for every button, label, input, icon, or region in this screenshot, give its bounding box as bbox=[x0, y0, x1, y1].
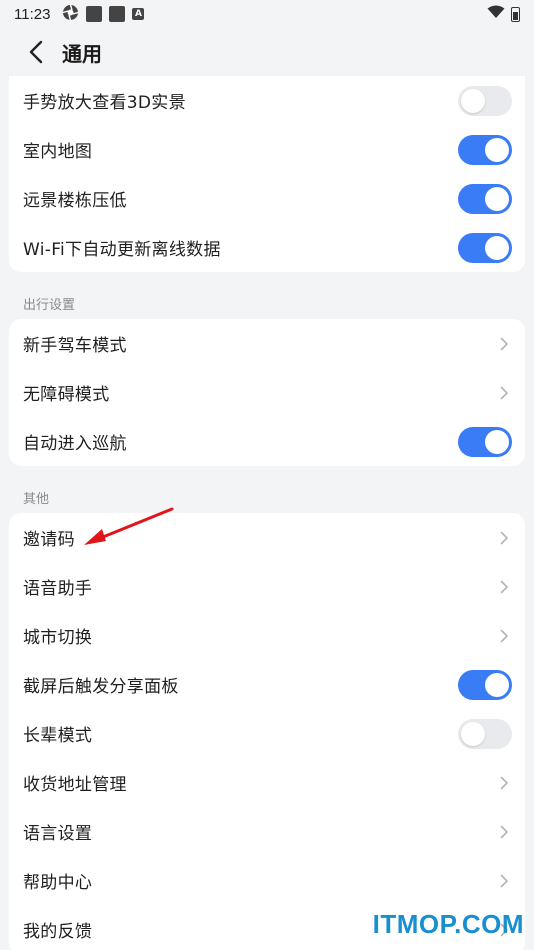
toggle-switch[interactable] bbox=[458, 134, 512, 165]
section-header: 出行设置 bbox=[23, 298, 76, 313]
settings-row-label: 我的反馈 bbox=[23, 922, 93, 942]
toggle-knob bbox=[485, 429, 509, 454]
settings-row[interactable]: 自动进入巡航 bbox=[9, 417, 525, 466]
toggle-switch[interactable] bbox=[458, 85, 512, 116]
toggle-knob bbox=[461, 88, 485, 113]
settings-row-label: 远景楼栋压低 bbox=[23, 191, 127, 211]
square-icon bbox=[86, 6, 103, 22]
chevron-right-icon bbox=[496, 873, 512, 889]
settings-card: 手势放大查看3D实景 室内地图远景楼栋压低 Wi-Fi下自动更新离线数据 bbox=[9, 76, 525, 272]
wifi-icon bbox=[487, 5, 505, 23]
chevron-left-icon bbox=[29, 40, 43, 64]
settings-row-label: Wi-Fi下自动更新离线数据 bbox=[23, 240, 221, 260]
chevron-right-icon bbox=[496, 824, 512, 840]
settings-row[interactable]: 长辈模式 bbox=[9, 709, 525, 758]
settings-row[interactable]: 帮助中心 bbox=[9, 856, 525, 905]
settings-row-label: 自动进入巡航 bbox=[23, 434, 127, 454]
toggle-knob bbox=[485, 672, 509, 697]
chevron-right-icon bbox=[496, 336, 512, 352]
settings-row[interactable]: 截屏后触发分享面板 bbox=[9, 660, 525, 709]
chevron-right-icon bbox=[496, 775, 512, 791]
settings-row[interactable]: 室内地图 bbox=[9, 125, 525, 174]
settings-row-label: 长辈模式 bbox=[23, 726, 93, 746]
settings-row[interactable]: 新手驾车模式 bbox=[9, 319, 525, 368]
page-title: 通用 bbox=[62, 41, 102, 66]
toggle-switch[interactable] bbox=[458, 669, 512, 700]
chevron-right-icon bbox=[496, 628, 512, 644]
settings-row[interactable]: 城市切换 bbox=[9, 611, 525, 660]
settings-row-label: 语言设置 bbox=[23, 824, 93, 844]
settings-row-label: 语音助手 bbox=[23, 579, 93, 599]
settings-screen: 11:23 A 通用 手势放大查看3D实景 室内地图远景楼栋压低 Wi-Fi下自动更… bbox=[0, 0, 534, 950]
settings-row-label: 城市切换 bbox=[23, 628, 93, 648]
aperture-icon bbox=[62, 4, 79, 25]
settings-row[interactable]: 语言设置 bbox=[9, 807, 525, 856]
annotation-arrow-icon bbox=[84, 507, 174, 545]
status-time: 11:23 bbox=[14, 5, 51, 23]
a-badge-icon: A bbox=[132, 8, 145, 20]
settings-row-label: 截屏后触发分享面板 bbox=[23, 677, 179, 697]
settings-row-label: 室内地图 bbox=[23, 142, 93, 162]
toggle-knob bbox=[485, 137, 509, 162]
settings-row-label: 邀请码 bbox=[23, 530, 75, 550]
chevron-right-icon bbox=[496, 530, 512, 546]
back-button[interactable] bbox=[14, 30, 58, 74]
toggle-knob bbox=[485, 235, 509, 260]
toggle-switch[interactable] bbox=[458, 426, 512, 457]
settings-row[interactable]: 远景楼栋压低 bbox=[9, 174, 525, 223]
watermark: ITMOP.COM bbox=[372, 909, 524, 939]
square-icon bbox=[109, 6, 126, 22]
toggle-switch[interactable] bbox=[458, 718, 512, 749]
battery-icon bbox=[511, 6, 520, 22]
status-bar: 11:23 A bbox=[0, 0, 534, 28]
settings-row-label: 无障碍模式 bbox=[23, 385, 110, 405]
settings-row[interactable]: 手势放大查看3D实景 bbox=[9, 76, 525, 125]
settings-row-label: 手势放大查看3D实景 bbox=[23, 93, 186, 113]
app-bar: 通用 bbox=[0, 28, 534, 76]
settings-card: 新手驾车模式 无障碍模式自动进入巡航 bbox=[9, 319, 525, 466]
status-right-icons bbox=[487, 5, 520, 23]
toggle-knob bbox=[461, 721, 485, 746]
settings-card: 邀请码语音助手城市切换截屏后触发分享面板 长辈模式收货地址管理 语言设置帮助中心我的… bbox=[9, 513, 525, 950]
settings-row-label: 收货地址管理 bbox=[23, 775, 127, 795]
settings-row[interactable]: 语音助手 bbox=[9, 562, 525, 611]
settings-row-label: 新手驾车模式 bbox=[23, 336, 127, 356]
settings-row-label: 帮助中心 bbox=[23, 873, 93, 893]
settings-row[interactable]: Wi-Fi下自动更新离线数据 bbox=[9, 223, 525, 272]
chevron-right-icon bbox=[496, 579, 512, 595]
settings-row[interactable]: 收货地址管理 bbox=[9, 758, 525, 807]
toggle-knob bbox=[485, 186, 509, 211]
chevron-right-icon bbox=[496, 385, 512, 401]
toggle-switch[interactable] bbox=[458, 183, 512, 214]
toggle-switch[interactable] bbox=[458, 232, 512, 263]
settings-row[interactable]: 无障碍模式 bbox=[9, 368, 525, 417]
